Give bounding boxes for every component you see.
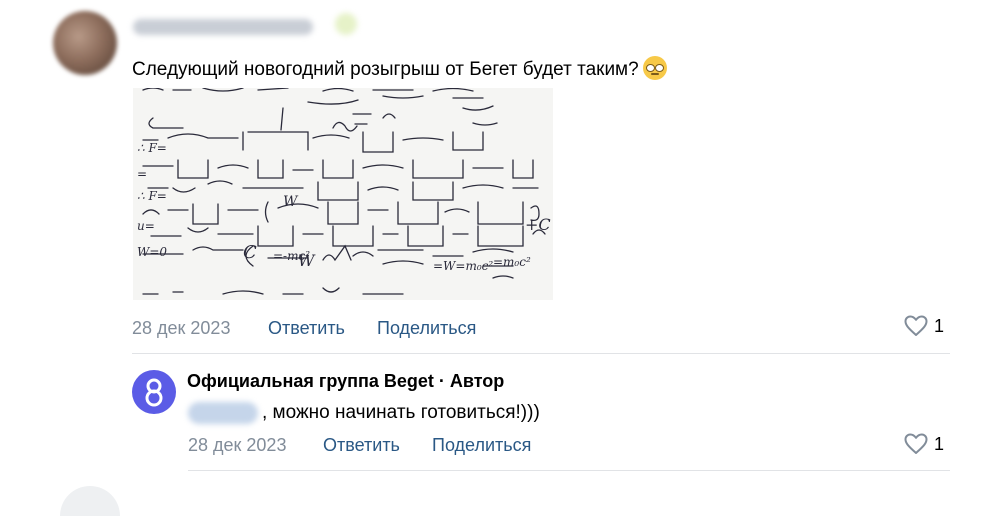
math-whiteboard-image: ∴ F= = ∴ F= u= W=0 W W =W=m₀c² =m₀c² +C … <box>133 88 553 300</box>
commenter-badge-blurred <box>335 13 357 35</box>
svg-text:u=: u= <box>137 219 155 233</box>
mention-blurred[interactable] <box>188 402 258 424</box>
svg-text:W: W <box>283 194 299 210</box>
reply-author-name[interactable]: Официальная группа Beget <box>187 371 434 391</box>
share-button[interactable]: Поделиться <box>377 317 476 339</box>
comment-text-body: Следующий новогодний розыгрыш от Бегет б… <box>132 59 639 80</box>
reply-text: , можно начинать готовиться!))) <box>262 402 540 423</box>
heart-icon <box>904 433 928 454</box>
commenter-name-blurred[interactable] <box>133 19 313 35</box>
commenter-avatar[interactable] <box>53 11 117 75</box>
group-avatar[interactable] <box>132 370 176 414</box>
divider <box>132 353 950 354</box>
svg-text:=-mc²: =-mc² <box>273 249 310 263</box>
like-count: 1 <box>934 315 945 336</box>
svg-text:∴ F=: ∴ F= <box>137 189 167 203</box>
divider <box>188 470 950 471</box>
author-separator: · <box>433 371 450 391</box>
svg-text:+C: +C <box>525 215 551 234</box>
comment-image-attachment[interactable]: ∴ F= = ∴ F= u= W=0 W W =W=m₀c² =m₀c² +C … <box>133 88 553 300</box>
reply-date[interactable]: 28 дек 2023 <box>188 434 286 456</box>
rolling-eyes-emoji-icon <box>642 56 667 80</box>
reply-author-line: Официальная группа Beget · Автор <box>187 371 504 392</box>
svg-text:=m₀c²: =m₀c² <box>493 255 531 269</box>
svg-text:C: C <box>243 242 257 263</box>
like-button[interactable]: 1 <box>904 315 944 337</box>
reply-reply-button[interactable]: Ответить <box>323 434 400 456</box>
next-comment-avatar[interactable] <box>60 486 120 516</box>
beget-logo-icon <box>145 378 163 407</box>
comment-date[interactable]: 28 дек 2023 <box>132 317 230 339</box>
svg-text:=W=m₀c²: =W=m₀c² <box>433 259 493 273</box>
reply-like-count: 1 <box>934 433 945 454</box>
svg-text:W=0: W=0 <box>137 245 167 259</box>
reply-share-button[interactable]: Поделиться <box>432 434 531 456</box>
svg-text:=: = <box>137 167 147 181</box>
comment-text: Следующий новогодний розыгрыш от Бегет б… <box>132 56 667 82</box>
reply-like-button[interactable]: 1 <box>904 433 944 455</box>
author-tag: Автор <box>449 371 505 391</box>
svg-text:∴ F=: ∴ F= <box>137 141 167 155</box>
reply-button[interactable]: Ответить <box>268 317 345 339</box>
heart-icon <box>904 315 928 336</box>
